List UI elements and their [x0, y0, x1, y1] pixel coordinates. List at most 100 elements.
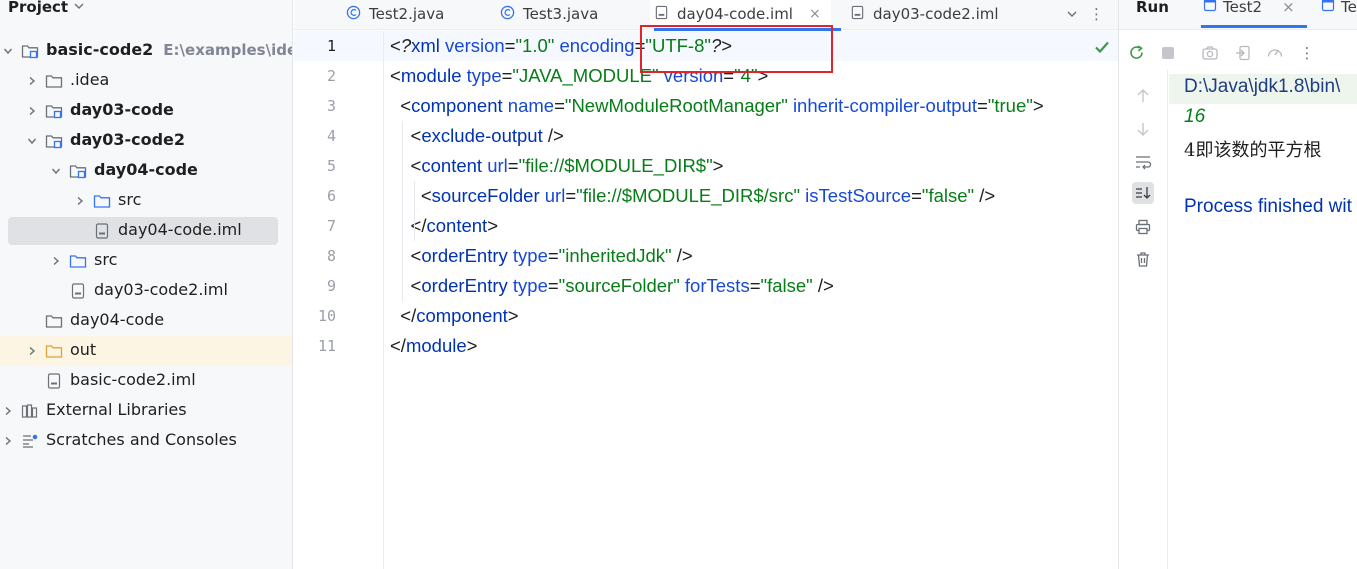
- chevron-right-icon[interactable]: [26, 345, 38, 357]
- module-folder-icon: [45, 133, 63, 149]
- tab-test2-java[interactable]: Test2.java: [346, 0, 444, 30]
- code-line[interactable]: <orderEntry type="inheritedJdk" />: [390, 241, 693, 271]
- code-line[interactable]: <content url="file://$MODULE_DIR$">: [390, 151, 724, 181]
- tab-label: Test3.java: [523, 5, 599, 23]
- tree-item-day03-code2-iml[interactable]: day03-code2.iml: [0, 276, 292, 306]
- tree-item-label: Scratches and Consoles: [46, 430, 237, 449]
- folder-icon: [45, 313, 63, 329]
- chevron-right-icon[interactable]: [2, 405, 14, 417]
- line-number: 2: [326, 67, 336, 85]
- tree-item-day04-code[interactable]: day04-code: [0, 156, 292, 186]
- indent-guide: [414, 181, 415, 241]
- iml-file-icon: [69, 283, 87, 299]
- soft-wrap-icon[interactable]: [1132, 151, 1154, 173]
- tree-item-scratches-and-consoles[interactable]: Scratches and Consoles: [0, 426, 292, 456]
- code-line[interactable]: </content>: [390, 211, 498, 241]
- camera-icon[interactable]: [1200, 43, 1220, 63]
- line-number: 1: [326, 37, 336, 55]
- tree-item-label: day03-code2.iml: [94, 280, 228, 299]
- line-number: 3: [326, 97, 336, 115]
- tree-item-row-text: day04-code: [94, 160, 198, 179]
- tree-item-label: basic-code2.iml: [70, 370, 196, 389]
- run-tab-second[interactable]: Te: [1321, 0, 1357, 16]
- tree-item-src[interactable]: src: [0, 186, 292, 216]
- tree-item-day03-code2[interactable]: day03-code2: [0, 126, 292, 156]
- code-token: =: [547, 275, 559, 296]
- console-process-finished: Process finished wit: [1184, 196, 1352, 217]
- tree-item-basic-code2-iml[interactable]: basic-code2.iml: [0, 366, 292, 396]
- chevron-right-icon[interactable]: [26, 105, 38, 117]
- code-token: />: [547, 125, 564, 146]
- scroll-to-end-icon[interactable]: [1132, 182, 1154, 204]
- project-title[interactable]: Project: [8, 0, 68, 16]
- run-tab-label: Test2: [1223, 0, 1263, 16]
- tab-test3-java[interactable]: Test3.java: [500, 0, 598, 30]
- chevron-right-icon[interactable]: [50, 255, 62, 267]
- run-config-icon: [1203, 0, 1217, 16]
- code-line[interactable]: <orderEntry type="sourceFolder" forTests…: [390, 271, 834, 301]
- tree-item-row-text: day04-code: [70, 310, 164, 329]
- tree-item-day03-code[interactable]: day03-code: [0, 96, 292, 126]
- tree-item-basic-code2[interactable]: basic-code2 E:\examples\idea\b: [0, 36, 292, 66]
- tree-item-src[interactable]: src: [0, 246, 292, 276]
- source-folder-icon: [69, 253, 87, 269]
- console-output[interactable]: D:\Java\jdk1.8\bin\ 16 4即该数的平方根 Process …: [1169, 70, 1357, 569]
- tree-item-external-libraries[interactable]: External Libraries: [0, 396, 292, 426]
- tab-label: day04-code.iml: [677, 5, 793, 23]
- chevron-right-icon[interactable]: [26, 75, 38, 87]
- code-token: type: [512, 275, 548, 296]
- code-line[interactable]: </module>: [390, 331, 477, 361]
- code-token: <: [390, 65, 401, 86]
- tab-day03-code2-iml[interactable]: day03-code2.iml: [850, 0, 999, 30]
- close-icon[interactable]: ×: [809, 6, 821, 22]
- rerun-icon[interactable]: [1127, 43, 1147, 63]
- run-tab-test2[interactable]: Test2 ×: [1201, 0, 1307, 28]
- print-icon[interactable]: [1132, 216, 1154, 238]
- console-message: 4即该数的平方根: [1184, 140, 1322, 161]
- code-token: <: [390, 185, 432, 206]
- code-line[interactable]: <exclude-output />: [390, 121, 564, 151]
- arrow-up-icon[interactable]: [1132, 85, 1154, 107]
- tree-item-label: day04-code: [94, 160, 198, 179]
- chevron-down-icon[interactable]: [1066, 0, 1078, 30]
- tree-item-out[interactable]: out: [0, 336, 292, 366]
- close-icon[interactable]: ×: [1282, 0, 1295, 16]
- login-icon[interactable]: [1233, 43, 1253, 63]
- iml-file-icon: [654, 5, 669, 24]
- line-number: 11: [317, 337, 336, 355]
- tree-item-label: .idea: [70, 70, 110, 89]
- chevron-right-icon[interactable]: [74, 195, 86, 207]
- run-header: Run Test2 × Te: [1119, 0, 1357, 30]
- code-token: module: [400, 65, 467, 86]
- code-line[interactable]: <sourceFolder url="file://$MODULE_DIR$/s…: [390, 181, 995, 211]
- arrow-down-icon[interactable]: [1132, 118, 1154, 140]
- tree-item-day04-code[interactable]: day04-code: [0, 306, 292, 336]
- code-line[interactable]: <component name="NewModuleRootManager" i…: [390, 91, 1043, 121]
- chevron-down-icon[interactable]: [2, 45, 14, 57]
- code-token: xml: [411, 35, 446, 56]
- excluded-folder-icon: [45, 343, 63, 359]
- tree-item-idea[interactable]: .idea: [0, 66, 292, 96]
- tree-item-day04-code-iml[interactable]: day04-code.iml: [0, 216, 292, 246]
- chevron-right-icon[interactable]: [2, 435, 14, 447]
- run-title: Run: [1136, 0, 1169, 16]
- tree-item-label: External Libraries: [46, 400, 187, 419]
- more-options-icon[interactable]: ⋮: [1297, 43, 1317, 63]
- code-token: =: [554, 95, 565, 116]
- code-line[interactable]: </component>: [390, 301, 518, 331]
- module-folder-icon: [45, 103, 63, 119]
- chevron-down-icon[interactable]: [74, 0, 84, 14]
- code-token: version: [445, 35, 505, 56]
- code-token: </: [390, 335, 406, 356]
- line-number: 6: [326, 187, 336, 205]
- tree-item-label: day04-code: [70, 310, 165, 329]
- check-icon[interactable]: [1093, 38, 1111, 56]
- stop-icon[interactable]: [1158, 43, 1178, 63]
- project-view-selector[interactable]: Project: [8, 0, 84, 18]
- trash-icon[interactable]: [1132, 248, 1154, 270]
- tree-item-label: day03-code2: [70, 130, 186, 149]
- chevron-down-icon[interactable]: [50, 165, 62, 177]
- gauge-icon[interactable]: [1265, 43, 1285, 63]
- chevron-down-icon[interactable]: [26, 135, 38, 147]
- more-options-icon[interactable]: ⋮: [1089, 0, 1104, 30]
